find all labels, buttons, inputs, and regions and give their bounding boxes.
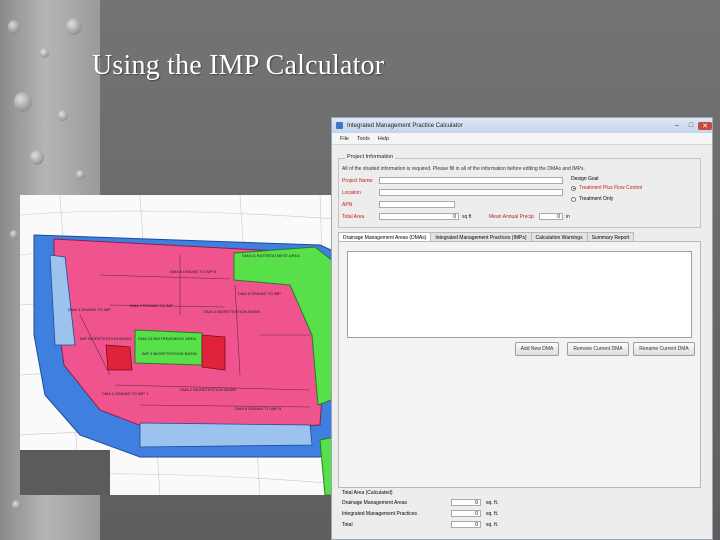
precip-unit: in bbox=[566, 214, 570, 220]
map-legend-block bbox=[20, 450, 110, 495]
map-label: DMA 2 BIORETENTION BASIN bbox=[180, 387, 236, 392]
map-label: DMA 3 DRAINS TO IMP bbox=[68, 307, 111, 312]
map-label: DMA 6 DRAINS TO IMP bbox=[238, 291, 281, 296]
totals-unit: sq. ft. bbox=[486, 522, 499, 528]
precip-label: Mean Annual Precip bbox=[489, 214, 534, 220]
menu-file[interactable]: File bbox=[340, 136, 349, 142]
map-label: IMP BIORETENTION BASIN bbox=[80, 336, 131, 341]
totals-title: Total Area (Calculated) bbox=[342, 490, 393, 496]
remove-dma-button[interactable]: Remove Current DMA bbox=[567, 342, 629, 356]
map-label: DMA 10 BIOTREATMENT AREA bbox=[138, 336, 196, 341]
close-icon[interactable]: ✕ bbox=[698, 121, 712, 130]
menu-help[interactable]: Help bbox=[378, 136, 389, 142]
minimize-icon[interactable]: – bbox=[670, 122, 684, 130]
radio-selected-icon bbox=[571, 185, 576, 191]
map-label: DMA 5 DRAINS TO IMP 5 bbox=[170, 269, 217, 274]
rename-dma-button[interactable]: Rename Current DMA bbox=[633, 342, 695, 356]
app-icon bbox=[336, 122, 343, 129]
radio-unselected-icon bbox=[571, 196, 576, 202]
dma-tab-panel: Add New DMA Remove Current DMA Rename Cu… bbox=[338, 241, 701, 488]
totals-total-value: 0 bbox=[451, 521, 481, 528]
apn-input[interactable] bbox=[379, 201, 455, 208]
totals-imp-value: 0 bbox=[451, 510, 481, 517]
totals-row-label: Drainage Management Areas bbox=[342, 500, 408, 506]
slide-title: Using the IMP Calculator bbox=[92, 50, 385, 81]
location-label: Location bbox=[342, 190, 361, 196]
add-dma-button[interactable]: Add New DMA bbox=[515, 342, 559, 356]
map-label: IMP 3 BIORETENTION BASIN bbox=[142, 351, 197, 356]
design-goal-label: Design Goal bbox=[571, 176, 599, 182]
total-area-calculated: Total Area (Calculated) Drainage Managem… bbox=[338, 488, 699, 538]
project-name-input[interactable] bbox=[379, 177, 563, 184]
map-label: DMA 1 DRAINS TO IMP 1 bbox=[102, 391, 149, 396]
totals-unit: sq. ft. bbox=[486, 511, 499, 517]
precip-input[interactable]: 0 bbox=[539, 213, 563, 220]
map-label: DMA 4 BIORETENTION BASIN bbox=[204, 309, 260, 314]
totals-row-label: Total bbox=[342, 522, 353, 528]
apn-label: APN bbox=[342, 202, 353, 208]
site-plan-map: DMA 11 BIOTREATMENT AREA DMA 5 DRAINS TO… bbox=[20, 195, 350, 495]
totals-row-label: Integrated Management Practices bbox=[342, 511, 418, 517]
project-name-label: Project Name: bbox=[342, 178, 374, 184]
dma-list[interactable] bbox=[347, 251, 692, 338]
total-area-label: Total Area bbox=[342, 214, 365, 220]
goal-treatment-only-radio[interactable]: Treatment Only bbox=[571, 196, 613, 202]
goal-treatment-flow-radio[interactable]: Treatment Plus Flow Control bbox=[571, 185, 642, 191]
window-titlebar[interactable]: Integrated Management Practice Calculato… bbox=[332, 118, 712, 133]
menu-tools[interactable]: Tools bbox=[357, 136, 370, 142]
map-label: DMA 8 DRAINS TO IMP 8 bbox=[235, 406, 282, 411]
totals-unit: sq. ft. bbox=[486, 500, 499, 506]
map-label: DMA 7 DRAINS TO IMP bbox=[130, 303, 173, 308]
map-label: DMA 11 BIOTREATMENT AREA bbox=[242, 253, 300, 258]
menu-bar: File Tools Help bbox=[332, 133, 712, 145]
imp-calculator-window[interactable]: Integrated Management Practice Calculato… bbox=[331, 117, 713, 540]
total-area-input[interactable]: 0 bbox=[379, 213, 459, 220]
maximize-icon[interactable]: □ bbox=[684, 122, 698, 130]
project-information-group: Project Information All of the shaded in… bbox=[338, 154, 701, 228]
window-title: Integrated Management Practice Calculato… bbox=[347, 122, 463, 129]
instructions-note: All of the shaded information is require… bbox=[342, 166, 585, 172]
location-input[interactable] bbox=[379, 189, 563, 196]
total-area-unit: sq ft bbox=[462, 214, 472, 220]
project-information-title: Project Information bbox=[345, 154, 396, 160]
totals-dma-value: 0 bbox=[451, 499, 481, 506]
